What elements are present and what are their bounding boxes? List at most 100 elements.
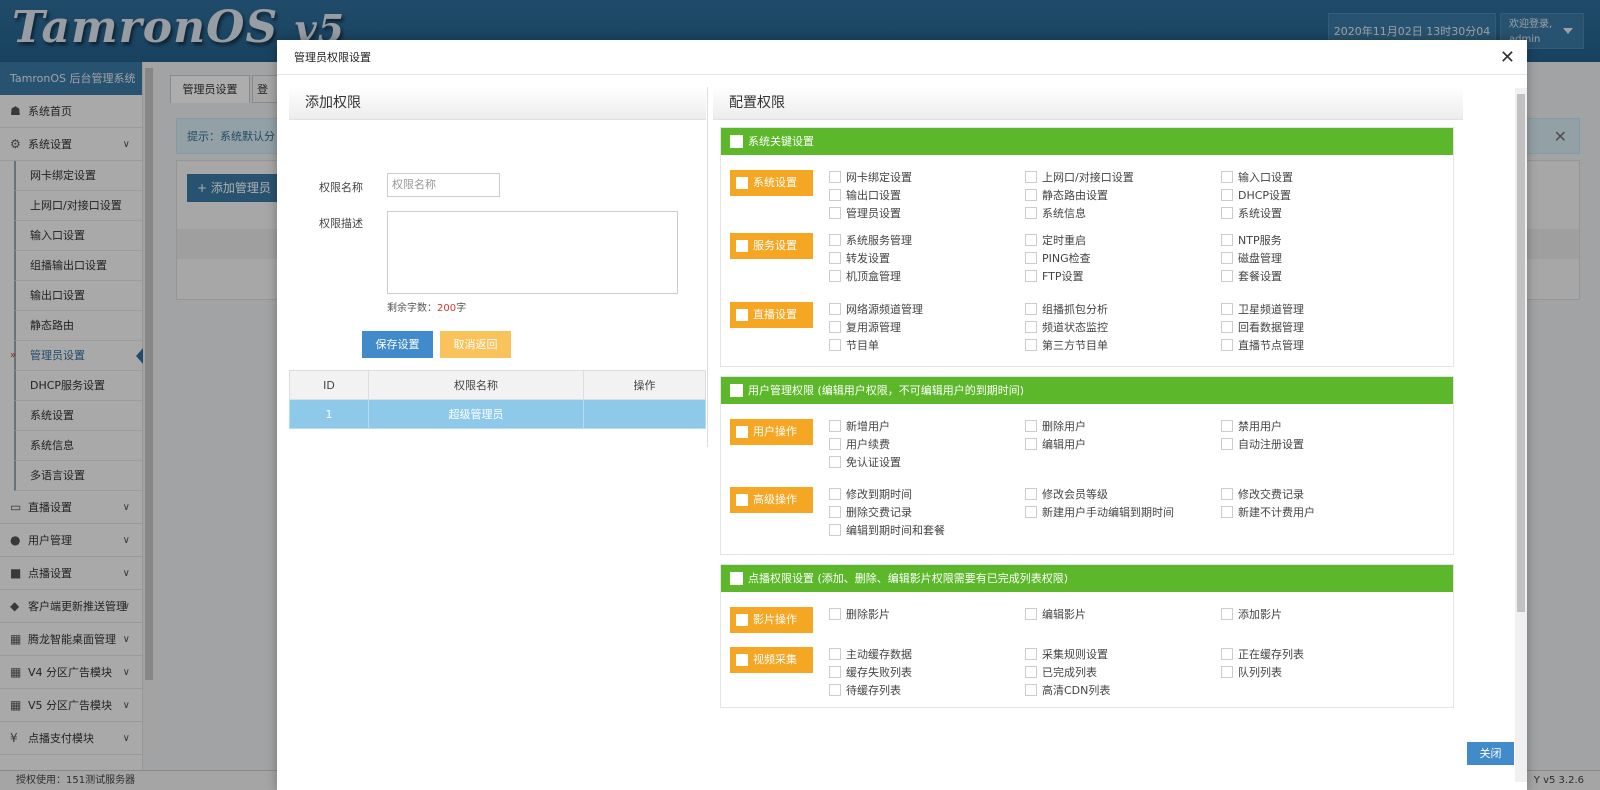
subgroup-tag[interactable]: 高级操作	[730, 487, 813, 513]
subgroup-tag[interactable]: 服务设置	[730, 233, 813, 259]
option-checkbox[interactable]	[1221, 506, 1233, 518]
permission-option[interactable]: 第三方节目单	[1025, 338, 1221, 352]
permission-option[interactable]: 转发设置	[829, 251, 1025, 265]
option-checkbox[interactable]	[829, 252, 841, 264]
permission-option[interactable]: 自动注册设置	[1221, 437, 1417, 451]
option-checkbox[interactable]	[1221, 252, 1233, 264]
permission-option[interactable]: 复用源管理	[829, 320, 1025, 334]
permission-option[interactable]: 缓存失败列表	[829, 665, 1025, 679]
option-checkbox[interactable]	[829, 420, 841, 432]
option-checkbox[interactable]	[1221, 648, 1233, 660]
permission-option[interactable]: 系统服务管理	[829, 233, 1025, 247]
permission-option[interactable]: 修改会员等级	[1025, 487, 1221, 501]
group-header[interactable]: 点播权限设置 (添加、删除、编辑影片权限需要有已完成列表权限)	[721, 565, 1453, 592]
option-checkbox[interactable]	[1025, 438, 1037, 450]
permission-option[interactable]: 主动缓存数据	[829, 647, 1025, 661]
option-checkbox[interactable]	[829, 666, 841, 678]
close-button[interactable]: 关闭	[1467, 742, 1514, 765]
permission-option[interactable]: 输入口设置	[1221, 170, 1417, 184]
permission-option[interactable]: 网卡绑定设置	[829, 170, 1025, 184]
option-checkbox[interactable]	[829, 234, 841, 246]
option-checkbox[interactable]	[1025, 303, 1037, 315]
subgroup-checkbox[interactable]	[736, 614, 748, 626]
scroll-thumb[interactable]	[1517, 94, 1525, 612]
subgroup-checkbox[interactable]	[736, 240, 748, 252]
permission-option[interactable]: 频道状态监控	[1025, 320, 1221, 334]
subgroup-checkbox[interactable]	[736, 309, 748, 321]
permission-option[interactable]: 定时重启	[1025, 233, 1221, 247]
option-checkbox[interactable]	[1221, 608, 1233, 620]
subgroup-tag[interactable]: 直播设置	[730, 302, 813, 328]
permission-option[interactable]: 用户续费	[829, 437, 1025, 451]
option-checkbox[interactable]	[829, 608, 841, 620]
option-checkbox[interactable]	[1025, 270, 1037, 282]
permission-option[interactable]: 禁用用户	[1221, 419, 1417, 433]
permission-option[interactable]: 编辑用户	[1025, 437, 1221, 451]
group-checkbox[interactable]	[730, 384, 743, 397]
permission-option[interactable]: 管理员设置	[829, 206, 1025, 220]
permission-option[interactable]: 删除用户	[1025, 419, 1221, 433]
option-checkbox[interactable]	[829, 339, 841, 351]
option-checkbox[interactable]	[1221, 270, 1233, 282]
permission-option[interactable]: 系统设置	[1221, 206, 1417, 220]
subgroup-checkbox[interactable]	[736, 494, 748, 506]
option-checkbox[interactable]	[1025, 608, 1037, 620]
option-checkbox[interactable]	[1025, 488, 1037, 500]
option-checkbox[interactable]	[1025, 420, 1037, 432]
table-row[interactable]: 1 超级管理员	[289, 399, 706, 429]
option-checkbox[interactable]	[1025, 648, 1037, 660]
option-checkbox[interactable]	[1221, 321, 1233, 333]
option-checkbox[interactable]	[829, 189, 841, 201]
permission-option[interactable]: 高清CDN列表	[1025, 683, 1221, 697]
permission-option[interactable]: 机顶盒管理	[829, 269, 1025, 283]
option-checkbox[interactable]	[829, 438, 841, 450]
option-checkbox[interactable]	[829, 684, 841, 696]
group-header[interactable]: 用户管理权限 (编辑用户权限，不可编辑用户的到期时间)	[721, 377, 1453, 404]
permission-option[interactable]: DHCP设置	[1221, 188, 1417, 202]
save-button[interactable]: 保存设置	[362, 331, 433, 358]
option-checkbox[interactable]	[1221, 666, 1233, 678]
option-checkbox[interactable]	[1025, 666, 1037, 678]
group-checkbox[interactable]	[730, 572, 743, 585]
permission-option[interactable]: 新建用户手动编辑到期时间	[1025, 505, 1221, 519]
option-checkbox[interactable]	[1221, 207, 1233, 219]
option-checkbox[interactable]	[829, 524, 841, 536]
option-checkbox[interactable]	[829, 648, 841, 660]
option-checkbox[interactable]	[829, 321, 841, 333]
permission-option[interactable]: 上网口/对接口设置	[1025, 170, 1221, 184]
option-checkbox[interactable]	[829, 506, 841, 518]
permission-name-input[interactable]: 权限名称	[387, 173, 500, 197]
permission-option[interactable]: FTP设置	[1025, 269, 1221, 283]
option-checkbox[interactable]	[1221, 189, 1233, 201]
permission-option[interactable]: 修改交费记录	[1221, 487, 1417, 501]
option-checkbox[interactable]	[1025, 321, 1037, 333]
permission-option[interactable]: 编辑影片	[1025, 607, 1221, 621]
subgroup-checkbox[interactable]	[736, 177, 748, 189]
permission-option[interactable]: 编辑到期时间和套餐	[829, 523, 1025, 537]
cancel-button[interactable]: 取消返回	[440, 331, 511, 358]
option-checkbox[interactable]	[829, 270, 841, 282]
option-checkbox[interactable]	[1025, 234, 1037, 246]
option-checkbox[interactable]	[1025, 189, 1037, 201]
option-checkbox[interactable]	[829, 488, 841, 500]
permission-desc-textarea[interactable]	[387, 211, 678, 294]
option-checkbox[interactable]	[1025, 506, 1037, 518]
permission-option[interactable]: NTP服务	[1221, 233, 1417, 247]
option-checkbox[interactable]	[1221, 171, 1233, 183]
permission-option[interactable]: PING检查	[1025, 251, 1221, 265]
subgroup-tag[interactable]: 影片操作	[730, 607, 813, 633]
group-header[interactable]: 系统关键设置	[721, 128, 1453, 155]
permission-option[interactable]: 采集规则设置	[1025, 647, 1221, 661]
permission-option[interactable]: 节目单	[829, 338, 1025, 352]
option-checkbox[interactable]	[1221, 234, 1233, 246]
permission-option[interactable]: 直播节点管理	[1221, 338, 1417, 352]
subgroup-checkbox[interactable]	[736, 654, 748, 666]
permission-option[interactable]: 输出口设置	[829, 188, 1025, 202]
permission-option[interactable]: 卫星频道管理	[1221, 302, 1417, 316]
option-checkbox[interactable]	[829, 456, 841, 468]
close-icon[interactable]: ✕	[1500, 40, 1515, 75]
permission-option[interactable]: 修改到期时间	[829, 487, 1025, 501]
option-checkbox[interactable]	[1025, 207, 1037, 219]
option-checkbox[interactable]	[1025, 171, 1037, 183]
permission-option[interactable]: 正在缓存列表	[1221, 647, 1417, 661]
